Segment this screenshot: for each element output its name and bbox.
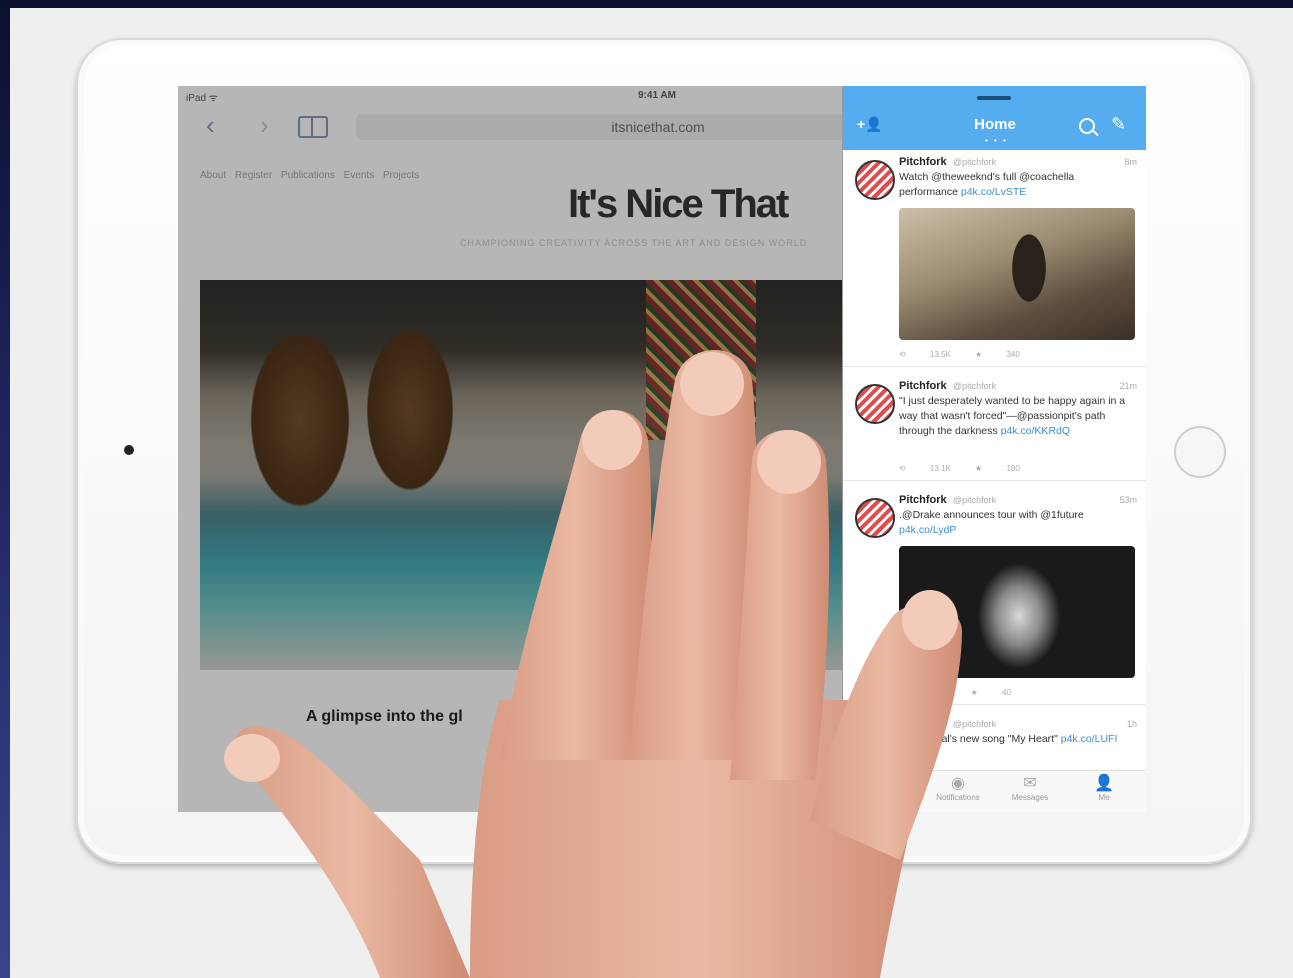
tab-messages[interactable]: ✉ Messages <box>995 775 1065 802</box>
tab-label: Messages <box>1011 793 1049 802</box>
envelope-icon: ✉ <box>1023 775 1037 792</box>
front-camera <box>124 445 134 455</box>
tweet-link[interactable]: p4k.co/LydP <box>899 524 956 536</box>
tweet-media-image[interactable] <box>899 546 1135 678</box>
page-dots: • • • <box>985 136 1008 145</box>
tab-notifications[interactable]: ◉ Notifications <box>923 775 993 802</box>
tweet-actions[interactable]: ⟲ 13.1K ★ 180 <box>899 464 1020 473</box>
tweet-time: 53m <box>1119 495 1137 505</box>
slide-over-grabber[interactable] <box>977 96 1011 100</box>
tweet-author-handle: @pitchfork <box>953 381 997 391</box>
compose-icon[interactable]: ✎ <box>1111 114 1126 135</box>
avatar[interactable] <box>855 384 895 424</box>
tab-me[interactable]: 👤 Me <box>1069 775 1139 802</box>
tweet-time: 1h <box>1126 719 1137 729</box>
carrier-label: iPad ᯤ <box>186 93 218 104</box>
status-time: 9:41 AM <box>638 90 676 101</box>
tweet-author-name: Pitchfork <box>899 494 947 506</box>
avatar[interactable] <box>855 498 895 538</box>
avatar[interactable] <box>855 722 895 762</box>
person-icon: 👤 <box>1094 775 1114 792</box>
tweet-media-image[interactable] <box>899 208 1135 340</box>
tweet-text: Watch @theweeknd's full @coachella perfo… <box>899 171 1075 198</box>
tab-label: Notifications <box>936 793 980 802</box>
search-icon[interactable] <box>1079 118 1095 134</box>
tweet-link[interactable]: p4k.co/LUFI <box>1061 733 1118 745</box>
twitter-slide-over: +👤 Home • • • ✎ Pitchfork @pitchfork 8m … <box>842 86 1146 812</box>
tweet-actions[interactable]: ⟲ 13.5K ★ 340 <box>899 350 1020 359</box>
tweet-item[interactable]: Pitchfork @pitchfork 53m .@Drake announc… <box>843 488 1146 705</box>
tweet-author-handle: @pitchfork <box>953 495 997 505</box>
home-button[interactable] <box>1174 426 1226 478</box>
tweet-time: 21m <box>1119 381 1137 391</box>
tweet-item[interactable]: @pitchfork 1h @iluofficial's new song "M… <box>843 712 1146 770</box>
tweet-text: @iluofficial's new song "My Heart" p4k.c… <box>899 733 1118 745</box>
split-view-dim-overlay <box>178 86 842 812</box>
tweet-link[interactable]: p4k.co/KKRdQ <box>1001 425 1070 437</box>
tweet-author-name: Pitchfork <box>899 156 947 168</box>
tweet-text: .@Drake announces tour with @1future p4k… <box>899 509 1084 536</box>
avatar[interactable] <box>855 160 895 200</box>
tweet-item[interactable]: Pitchfork @pitchfork 21m "I just despera… <box>843 374 1146 481</box>
twitter-tab-bar: ◉ Notifications ✉ Messages 👤 Me <box>843 770 1146 812</box>
twitter-header-title: Home <box>974 116 1016 133</box>
ipad-screen: ‹ › itsnicethat.com About Register Publi… <box>178 86 1146 812</box>
bell-icon: ◉ <box>951 775 965 792</box>
tab-label: Me <box>1098 793 1110 802</box>
tweet-item[interactable]: Pitchfork @pitchfork 8m Watch @theweeknd… <box>843 150 1146 367</box>
tweet-link[interactable]: p4k.co/LvSTE <box>961 186 1026 198</box>
tweet-time: 8m <box>1124 157 1137 167</box>
tweet-author-name: Pitchfork <box>899 380 947 392</box>
tweet-author-handle: @pitchfork <box>953 719 997 729</box>
tweet-actions[interactable]: ⟲ 9.5K ★ 40 <box>899 688 1011 697</box>
twitter-header: +👤 Home • • • ✎ <box>843 86 1146 150</box>
safari-app: ‹ › itsnicethat.com About Register Publi… <box>178 86 842 812</box>
tweet-author-handle: @pitchfork <box>953 157 997 167</box>
tweet-text: "I just desperately wanted to be happy a… <box>899 395 1126 437</box>
